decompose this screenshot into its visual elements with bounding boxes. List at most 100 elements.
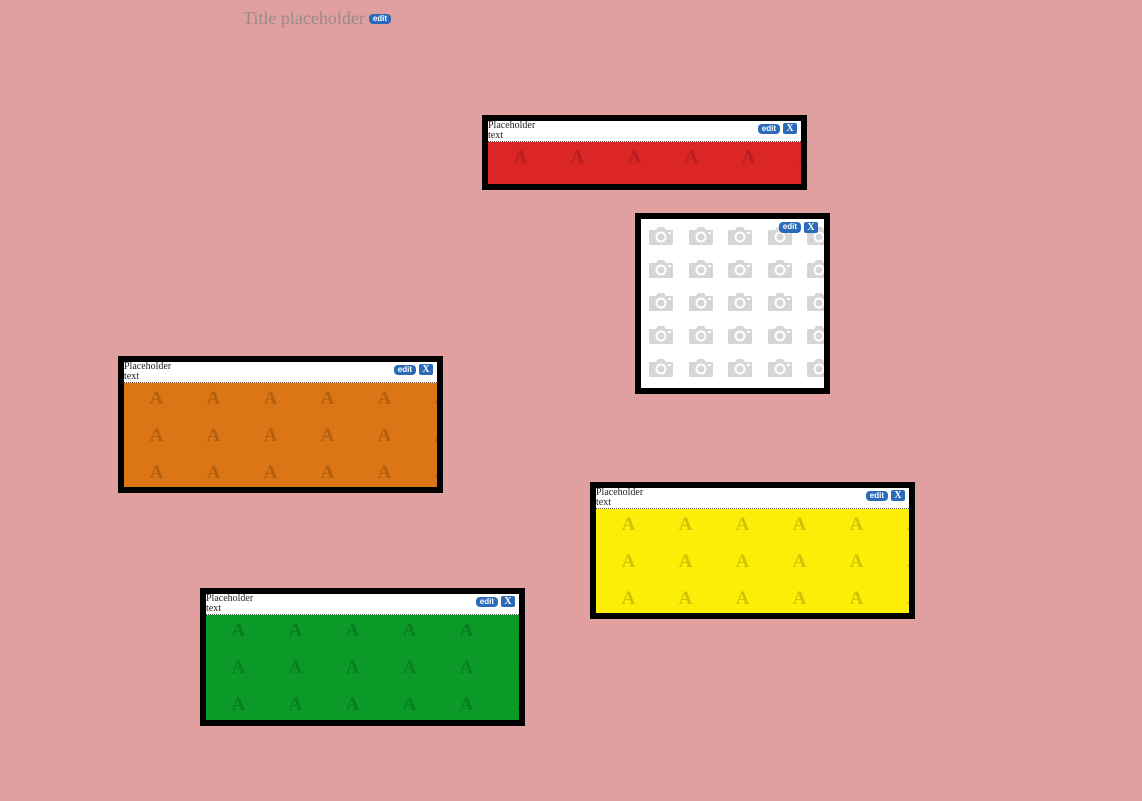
pattern-letter: A: [792, 514, 807, 535]
pattern-letter: A: [849, 588, 864, 609]
widget-header: Placeholder text edit X: [596, 488, 909, 509]
pattern-letter: A: [513, 147, 528, 168]
pattern-letter: A: [413, 459, 437, 487]
widget-label: Placeholder text: [124, 361, 172, 382]
pattern-letter: A: [377, 462, 392, 483]
widget-body: AAAAAAAAAAAAAAAAAA: [124, 383, 437, 487]
widget-edit-button[interactable]: edit: [865, 490, 888, 501]
widget-edit-button[interactable]: edit: [475, 596, 498, 607]
pattern-letter: A: [402, 657, 417, 678]
camera-icon: [766, 291, 806, 324]
pattern-letter: A: [549, 181, 606, 184]
camera-icon: [687, 324, 727, 357]
pattern-letter: A: [495, 691, 519, 720]
widget-orange[interactable]: Placeholder text edit X AAAAAAAAAAAAAAAA…: [118, 356, 443, 493]
pattern-letter: A: [263, 462, 278, 483]
pattern-letter: A: [678, 551, 693, 572]
widget-close-button[interactable]: X: [891, 490, 905, 501]
widget-close-button[interactable]: X: [804, 222, 818, 233]
pattern-letter: A: [288, 620, 303, 641]
pattern-letter: A: [735, 588, 750, 609]
camera-icon: [687, 258, 727, 291]
widget-header: Placeholder text edit X: [488, 121, 801, 142]
pattern-letter: A: [621, 514, 636, 535]
widget-close-button[interactable]: X: [783, 123, 797, 134]
pattern-letter: A: [413, 422, 437, 459]
widget-body: AAAAAAAAAAAAAAAAAA: [596, 509, 909, 613]
widget-body: AAAAAAAAAAAAAAAAAA: [488, 142, 801, 184]
pattern-letter: A: [288, 694, 303, 715]
background-pattern: AAAAAAAAAAAAAAAAAA: [596, 509, 909, 613]
pattern-letter: A: [495, 654, 519, 691]
widget-yellow[interactable]: Placeholder text edit X AAAAAAAAAAAAAAAA…: [590, 482, 915, 619]
camera-icon: [687, 357, 727, 388]
camera-icon: [805, 357, 824, 388]
widget-close-button[interactable]: X: [501, 596, 515, 607]
pattern-letter: A: [621, 551, 636, 572]
pattern-letter: A: [402, 694, 417, 715]
camera-icon: [805, 291, 824, 324]
pattern-letter: A: [684, 147, 699, 168]
widget-photo[interactable]: edit X: [635, 213, 830, 394]
photo-body: edit X: [641, 219, 824, 388]
camera-icon: [647, 258, 687, 291]
widget-close-button[interactable]: X: [419, 364, 433, 375]
widget-header: Placeholder text edit X: [124, 362, 437, 383]
pattern-letter: A: [627, 147, 642, 168]
widget-label: Placeholder text: [596, 487, 644, 508]
pattern-letter: A: [149, 462, 164, 483]
page-title: Title placeholder: [243, 8, 365, 28]
pattern-letter: A: [678, 588, 693, 609]
camera-icon: [647, 357, 687, 388]
pattern-letter: A: [849, 514, 864, 535]
pattern-letter: A: [345, 620, 360, 641]
widget-edit-button[interactable]: edit: [778, 222, 801, 233]
pattern-letter: A: [320, 388, 335, 409]
pattern-letter: A: [459, 694, 474, 715]
widget-red[interactable]: Placeholder text edit X AAAAAAAAAAAAAAAA…: [482, 115, 807, 190]
pattern-letter: A: [206, 462, 221, 483]
camera-icon: [687, 225, 727, 258]
pattern-letter: A: [231, 657, 246, 678]
widget-label: Placeholder text: [488, 120, 536, 141]
widget-edit-button[interactable]: edit: [757, 123, 780, 134]
camera-icon: [687, 291, 727, 324]
pattern-letter: A: [206, 425, 221, 446]
camera-icon: [726, 291, 766, 324]
camera-icon: [805, 324, 824, 357]
pattern-letter: A: [263, 425, 278, 446]
camera-icon: [647, 225, 687, 258]
pattern-letter: A: [678, 514, 693, 535]
pattern-letter: A: [663, 181, 720, 184]
page-title-row: Title placeholder edit: [243, 8, 392, 29]
pattern-letter: A: [377, 425, 392, 446]
pattern-letter: A: [885, 511, 909, 548]
pattern-letter: A: [885, 585, 909, 613]
background-pattern: AAAAAAAAAAAAAAAAAA: [206, 615, 519, 720]
pattern-letter: A: [459, 657, 474, 678]
pattern-letter: A: [263, 388, 278, 409]
pattern-letter: A: [792, 588, 807, 609]
camera-icon: [726, 324, 766, 357]
pattern-letter: A: [459, 620, 474, 641]
pattern-letter: A: [885, 548, 909, 585]
camera-icon: [726, 357, 766, 388]
pattern-letter: A: [792, 551, 807, 572]
canvas: Title placeholder edit Placeholder text …: [0, 0, 1142, 801]
pattern-letter: A: [777, 144, 801, 181]
widget-body: AAAAAAAAAAAAAAAAAA: [206, 615, 519, 720]
camera-icon: [766, 324, 806, 357]
pattern-letter: A: [231, 620, 246, 641]
widget-edit-button[interactable]: edit: [393, 364, 416, 375]
widget-green[interactable]: Placeholder text edit X AAAAAAAAAAAAAAAA…: [200, 588, 525, 726]
background-pattern: AAAAAAAAAAAAAAAAAA: [488, 142, 801, 184]
pattern-letter: A: [377, 388, 392, 409]
camera-icon: [766, 357, 806, 388]
widget-header: Placeholder text edit X: [206, 594, 519, 615]
pattern-letter: A: [345, 657, 360, 678]
title-edit-button[interactable]: edit: [368, 13, 392, 24]
camera-icon: [805, 258, 824, 291]
pattern-letter: A: [621, 588, 636, 609]
pattern-letter: A: [849, 551, 864, 572]
pattern-letter: A: [320, 462, 335, 483]
